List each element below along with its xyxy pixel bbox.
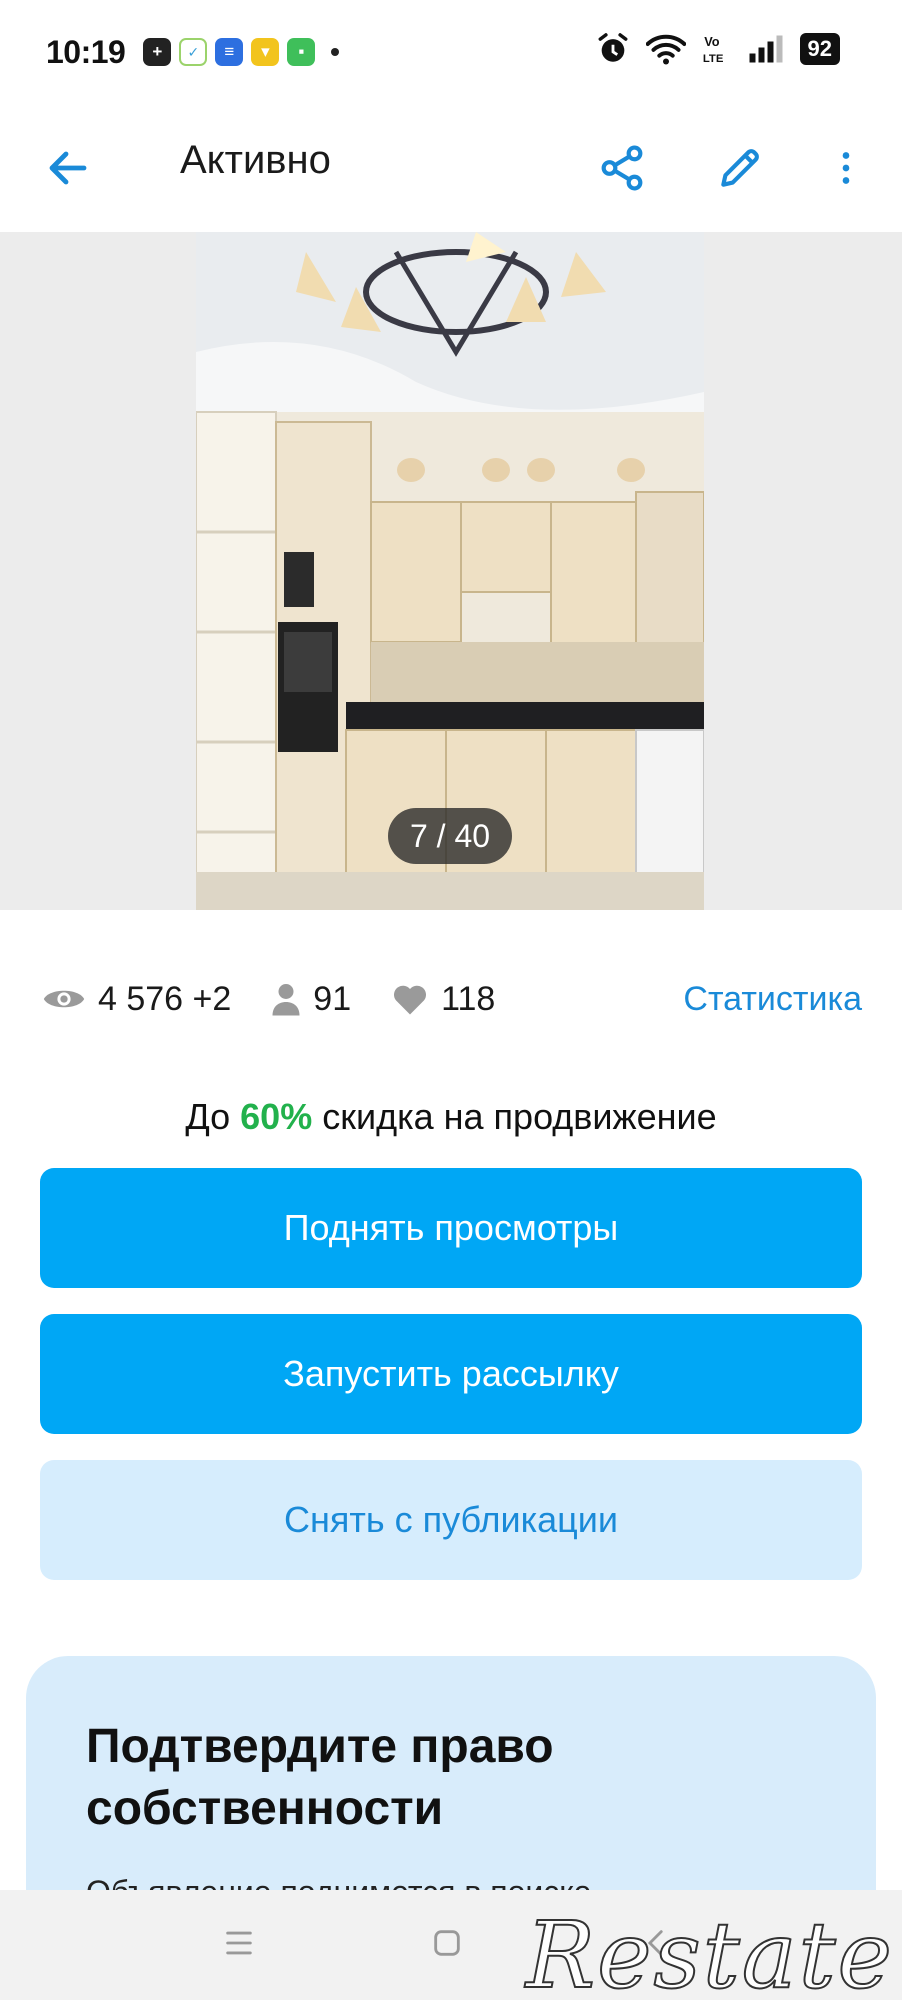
top-app-bar: Активно <box>0 104 902 232</box>
promo-percent: 60% <box>240 1096 313 1137</box>
heart-icon <box>394 985 427 1015</box>
watermark-logo: Restate <box>525 1901 894 2000</box>
person-icon <box>272 984 300 1016</box>
more-options-button[interactable] <box>814 136 878 200</box>
promo-prefix: До <box>185 1096 241 1137</box>
wifi-icon <box>645 34 686 65</box>
favorites-count: 118 <box>441 979 496 1018</box>
alarm-icon <box>598 33 627 62</box>
photo-counter: 7 / 40 <box>388 808 512 864</box>
status-time: 10:19 <box>46 33 126 70</box>
edit-button[interactable] <box>708 136 772 200</box>
status-bar: 10:19 + ✓ ≡ ▾ ▪ Vo LTE 92 <box>0 0 902 104</box>
unpublish-button[interactable]: Снять с публикации <box>40 1460 862 1580</box>
views-count: 4 576 +2 <box>98 979 232 1018</box>
menu-lines-icon <box>226 1931 252 1955</box>
back-arrow-icon <box>49 151 87 185</box>
page-title: Активно <box>180 138 331 182</box>
plus-app-icon: + <box>143 38 172 66</box>
share-icon <box>601 145 643 191</box>
views-stat: 4 576 +2 <box>42 980 231 1019</box>
status-notification-icons: + ✓ ≡ ▾ ▪ <box>143 38 340 66</box>
svg-text:LTE: LTE <box>702 53 723 65</box>
listing-stats: 4 576 +2 91 118 Статистика <box>42 964 862 1034</box>
status-system-icons: Vo LTE 92 <box>596 32 840 66</box>
battery-indicator: 92 <box>799 33 840 65</box>
promo-banner: До 60% скидка на продвижение <box>0 1096 902 1138</box>
ownership-card-title: Подтвердите право собственности <box>86 1720 554 1835</box>
start-mailing-button[interactable]: Запустить рассылку <box>40 1314 862 1434</box>
more-notifications-dot <box>331 48 340 56</box>
promo-suffix: скидка на продвижение <box>312 1096 717 1137</box>
messages-app-icon: ≡ <box>215 38 244 66</box>
signal-icon <box>749 35 783 63</box>
check-app-icon: ✓ <box>179 38 208 66</box>
back-button[interactable] <box>36 136 100 200</box>
contacts-count: 91 <box>313 979 352 1018</box>
statistics-link[interactable]: Статистика <box>683 980 862 1019</box>
more-vertical-icon <box>842 152 850 184</box>
pencil-icon <box>721 149 759 187</box>
raise-views-button[interactable]: Поднять просмотры <box>40 1168 862 1288</box>
eye-icon <box>43 990 85 1008</box>
svg-text:Vo: Vo <box>704 34 720 49</box>
contacts-stat: 91 <box>271 980 351 1019</box>
home-button[interactable] <box>430 1926 464 1965</box>
shield-app-icon: ▾ <box>251 38 280 66</box>
volte-icon: Vo LTE <box>702 34 723 65</box>
favorites-stat: 118 <box>391 980 495 1019</box>
bag-app-icon: ▪ <box>287 38 316 66</box>
share-button[interactable] <box>590 136 654 200</box>
home-square-icon <box>434 1930 460 1956</box>
recents-button[interactable] <box>222 1926 256 1965</box>
